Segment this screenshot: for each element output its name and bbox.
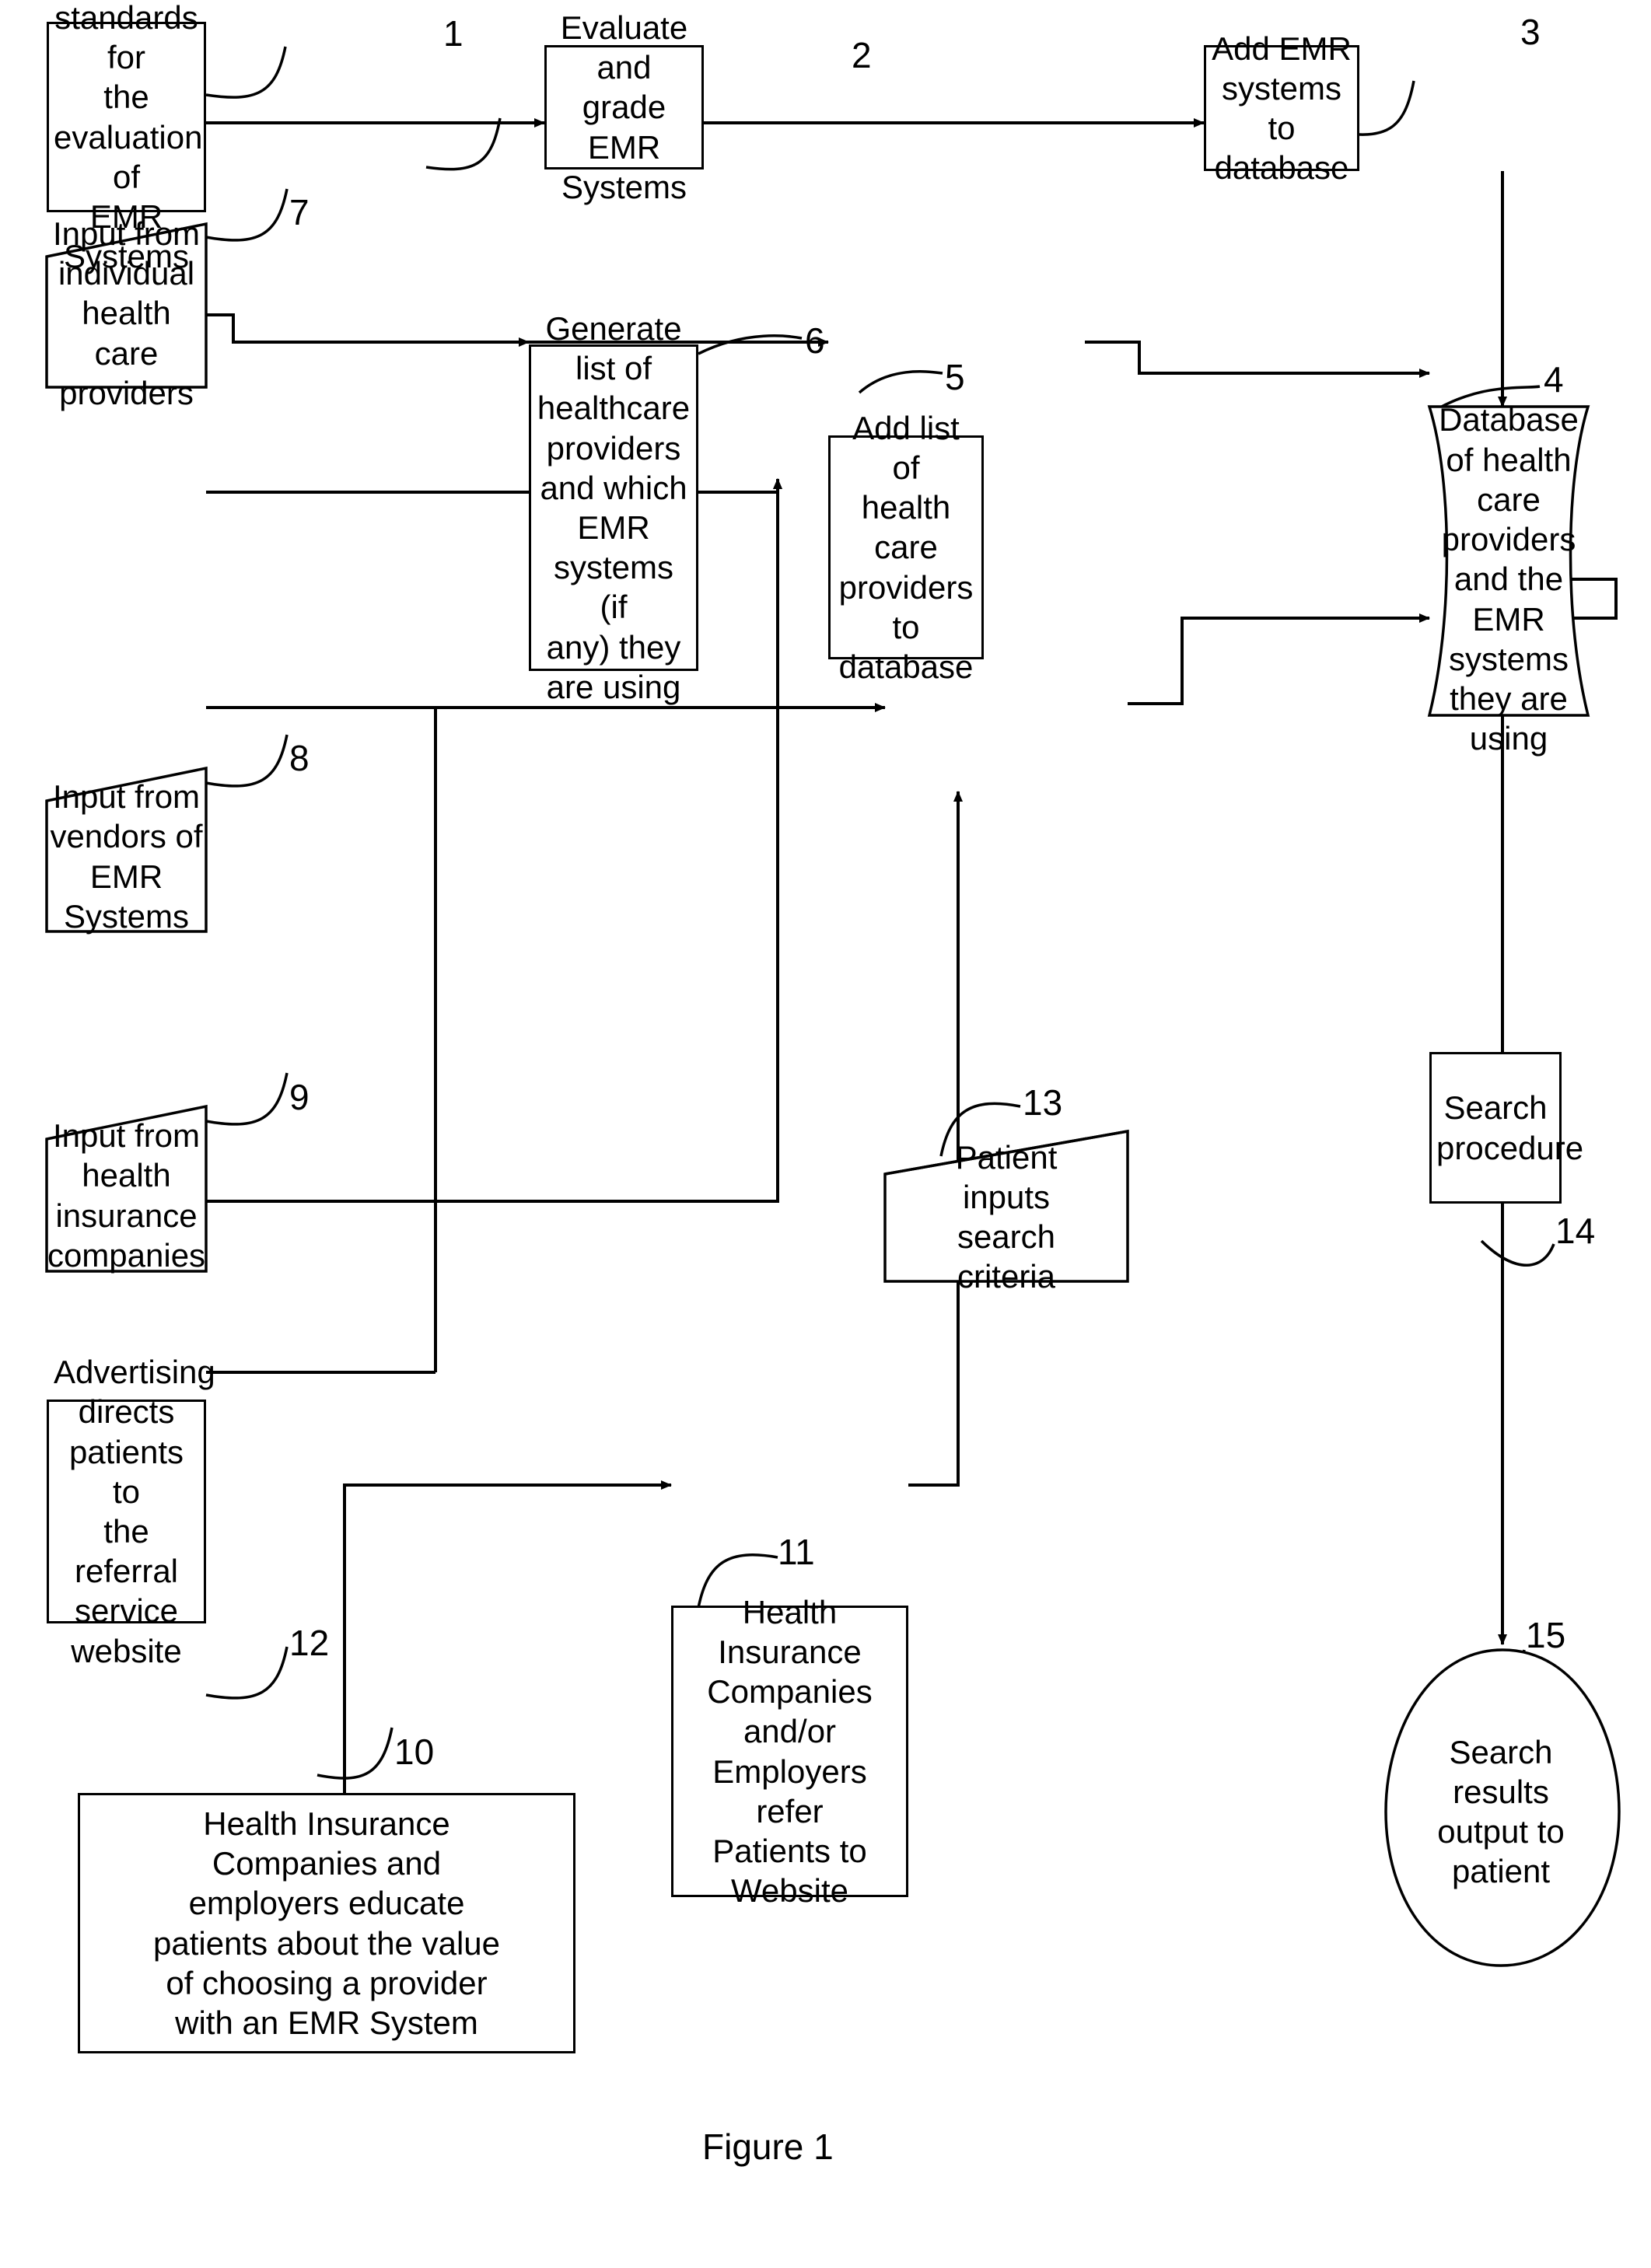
leader-7 [205,188,289,242]
node-label: Database of health care providers and th… [1439,401,1579,757]
node-label: Health Insurance Companies and employers… [152,1805,500,2041]
leader-5 [858,370,943,394]
node-database[interactable]: Database of health care providers and th… [1435,401,1583,757]
node-label: Health Insurance Companies and/or Employ… [707,1593,873,1910]
leader-14 [1480,1239,1555,1267]
wire-7-to-6 [206,313,530,347]
figure-root: Select standards for the evaluation of E… [0,0,1651,2268]
ref-label-11: 11 [778,1532,815,1572]
wire-13-to-14 [1128,613,1430,705]
ref-label-6: 6 [805,320,825,361]
ref-label-7: 7 [289,192,310,232]
leader-8 [205,734,289,788]
node-input-insurers[interactable]: Input from health insurance companies [47,1117,206,1274]
node-patient-search-criteria[interactable]: Patient inputs search criteria [885,1139,1128,1295]
node-label: Add list of health care providers to dat… [838,409,974,686]
leader-1 [205,46,287,99]
wire-5-to-4 [1085,341,1430,378]
node-label: Generate list of healthcare providers an… [537,309,691,705]
leader-12 [205,1646,289,1700]
ref-label-5: 5 [945,357,965,397]
figure-caption: Figure 1 [702,2126,834,2167]
node-evaluate-grade[interactable]: Evaluate and grade EMR Systems [544,9,704,205]
wire-11-to-13 [908,791,963,1487]
node-educate-patients[interactable]: Health Insurance Companies and employers… [78,1793,575,2053]
node-label: Add EMR systems to database [1212,30,1352,187]
leader-10 [317,1727,394,1780]
node-label: Input from vendors of EMR Systems [50,778,203,935]
node-add-provider-list[interactable]: Add list of health care providers to dat… [828,410,984,685]
leader-15 [1447,1649,1526,1704]
leader-2 [425,117,502,171]
node-generate-provider-list[interactable]: Generate list of healthcare providers an… [529,310,698,705]
node-label: Patient inputs search criteria [955,1138,1058,1295]
node-advertising-directs[interactable]: Advertising directs patients to the refe… [47,1354,215,1669]
node-select-standards[interactable]: Select standards for the evaluation of E… [47,0,206,274]
ref-label-12: 12 [289,1623,330,1663]
ref-label-1: 1 [443,13,463,54]
node-label: Search procedure [1436,1089,1584,1166]
ref-label-15: 15 [1526,1615,1566,1655]
node-input-providers[interactable]: Input from individual health care provid… [47,215,206,411]
leader-9 [205,1072,289,1126]
ref-label-9: 9 [289,1077,310,1117]
node-label: Input from individual health care provid… [52,215,201,411]
ref-label-8: 8 [289,738,310,778]
leader-6 [698,334,803,355]
ref-label-3: 3 [1520,12,1541,52]
node-label: Search results output to patient [1437,1733,1565,1890]
node-label: Evaluate and grade EMR Systems [560,9,688,205]
wire-9-12-riser [206,706,437,1372]
ref-label-14: 14 [1555,1211,1596,1251]
node-label: Input from health insurance companies [47,1117,206,1274]
node-refer-patients[interactable]: Health Insurance Companies and/or Employ… [671,1594,908,1909]
node-search-procedure[interactable]: Search procedure [1429,1052,1584,1204]
node-label: Advertising directs patients to the refe… [54,1354,215,1669]
ref-label-10: 10 [394,1732,435,1772]
node-input-vendors[interactable]: Input from vendors of EMR Systems [47,778,206,935]
node-add-emr-systems[interactable]: Add EMR systems to database [1204,30,1359,186]
node-search-results[interactable]: Search results output to patient [1400,1695,1602,1928]
ref-label-13: 13 [1023,1082,1063,1123]
ref-label-2: 2 [852,35,872,75]
ref-label-4: 4 [1544,359,1564,400]
